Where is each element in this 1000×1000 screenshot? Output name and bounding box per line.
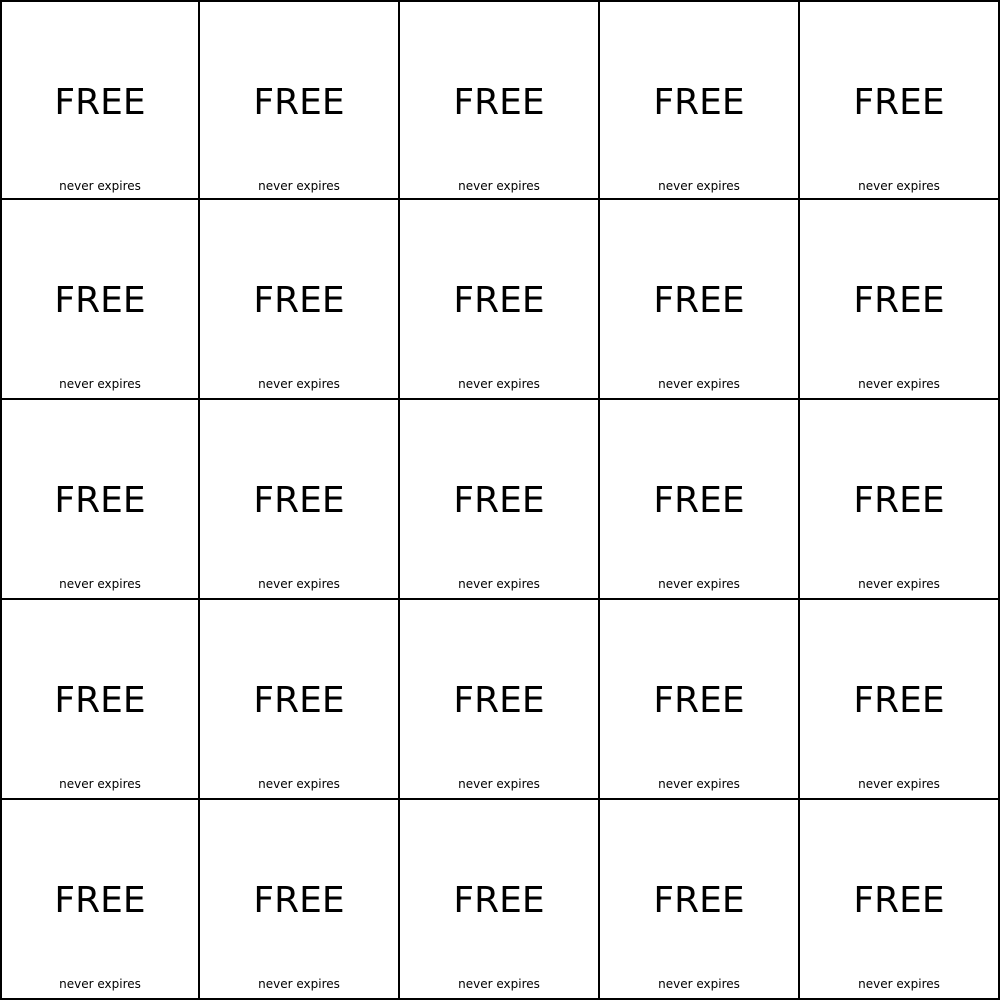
tile-label: FREE — [853, 880, 945, 921]
tile-subtext: never expires — [258, 577, 340, 591]
tile[interactable]: FREE never expires — [0, 0, 200, 200]
tile[interactable]: FREE never expires — [200, 200, 400, 400]
tile[interactable]: FREE never expires — [600, 800, 800, 1000]
tile-subtext: never expires — [258, 179, 340, 193]
tile[interactable]: FREE never expires — [0, 400, 200, 600]
tile-subtext: never expires — [59, 977, 141, 991]
tile-subtext: never expires — [658, 577, 740, 591]
tile-subtext: never expires — [858, 977, 940, 991]
tile-subtext: never expires — [658, 777, 740, 791]
tile-label: FREE — [453, 880, 545, 921]
tile-label: FREE — [853, 82, 945, 123]
tile[interactable]: FREE never expires — [800, 400, 1000, 600]
tile[interactable]: FREE never expires — [600, 600, 800, 800]
tile-subtext: never expires — [458, 977, 540, 991]
tile-subtext: never expires — [258, 777, 340, 791]
tile-subtext: never expires — [59, 179, 141, 193]
tile-subtext: never expires — [658, 977, 740, 991]
tile-label: FREE — [253, 280, 345, 321]
tile-subtext: never expires — [59, 377, 141, 391]
tile[interactable]: FREE never expires — [0, 200, 200, 400]
tile-label: FREE — [653, 280, 745, 321]
tile-label: FREE — [653, 82, 745, 123]
tile-label: FREE — [453, 480, 545, 521]
tile-label: FREE — [453, 680, 545, 721]
tile-subtext: never expires — [59, 577, 141, 591]
tile[interactable]: FREE never expires — [400, 800, 600, 1000]
tile-label: FREE — [54, 82, 146, 123]
tile[interactable]: FREE never expires — [800, 600, 1000, 800]
tile-label: FREE — [54, 680, 146, 721]
tile[interactable]: FREE never expires — [600, 0, 800, 200]
tile[interactable]: FREE never expires — [200, 600, 400, 800]
tile-label: FREE — [54, 880, 146, 921]
tile-subtext: never expires — [658, 179, 740, 193]
tile[interactable]: FREE never expires — [600, 400, 800, 600]
tile-subtext: never expires — [858, 577, 940, 591]
tile-label: FREE — [253, 680, 345, 721]
tile-label: FREE — [54, 280, 146, 321]
tile[interactable]: FREE never expires — [400, 200, 600, 400]
tile-subtext: never expires — [658, 377, 740, 391]
tile-label: FREE — [253, 480, 345, 521]
tile-label: FREE — [853, 480, 945, 521]
tile-subtext: never expires — [458, 777, 540, 791]
tile-subtext: never expires — [858, 777, 940, 791]
tile[interactable]: FREE never expires — [200, 0, 400, 200]
tile-label: FREE — [54, 480, 146, 521]
tile-subtext: never expires — [258, 377, 340, 391]
tile-grid: FREE never expires FREE never expires FREE… — [0, 0, 1000, 1000]
tile[interactable]: FREE never expires — [800, 200, 1000, 400]
tile-subtext: never expires — [458, 179, 540, 193]
tile-label: FREE — [853, 280, 945, 321]
tile[interactable]: FREE never expires — [200, 400, 400, 600]
tile-subtext: never expires — [458, 577, 540, 591]
tile-subtext: never expires — [458, 377, 540, 391]
tile[interactable]: FREE never expires — [200, 800, 400, 1000]
tile-label: FREE — [653, 480, 745, 521]
tile-subtext: never expires — [59, 777, 141, 791]
tile-label: FREE — [853, 680, 945, 721]
tile[interactable]: FREE never expires — [400, 0, 600, 200]
tile-label: FREE — [253, 82, 345, 123]
tile-label: FREE — [453, 82, 545, 123]
tile[interactable]: FREE never expires — [400, 400, 600, 600]
tile-subtext: never expires — [858, 179, 940, 193]
tile[interactable]: FREE never expires — [800, 0, 1000, 200]
tile-subtext: never expires — [858, 377, 940, 391]
tile-label: FREE — [653, 680, 745, 721]
tile-label: FREE — [253, 880, 345, 921]
tile[interactable]: FREE never expires — [600, 200, 800, 400]
tile[interactable]: FREE never expires — [0, 800, 200, 1000]
tile-label: FREE — [453, 280, 545, 321]
tile[interactable]: FREE never expires — [400, 600, 600, 800]
tile-label: FREE — [653, 880, 745, 921]
tile[interactable]: FREE never expires — [0, 600, 200, 800]
tile[interactable]: FREE never expires — [800, 800, 1000, 1000]
tile-subtext: never expires — [258, 977, 340, 991]
